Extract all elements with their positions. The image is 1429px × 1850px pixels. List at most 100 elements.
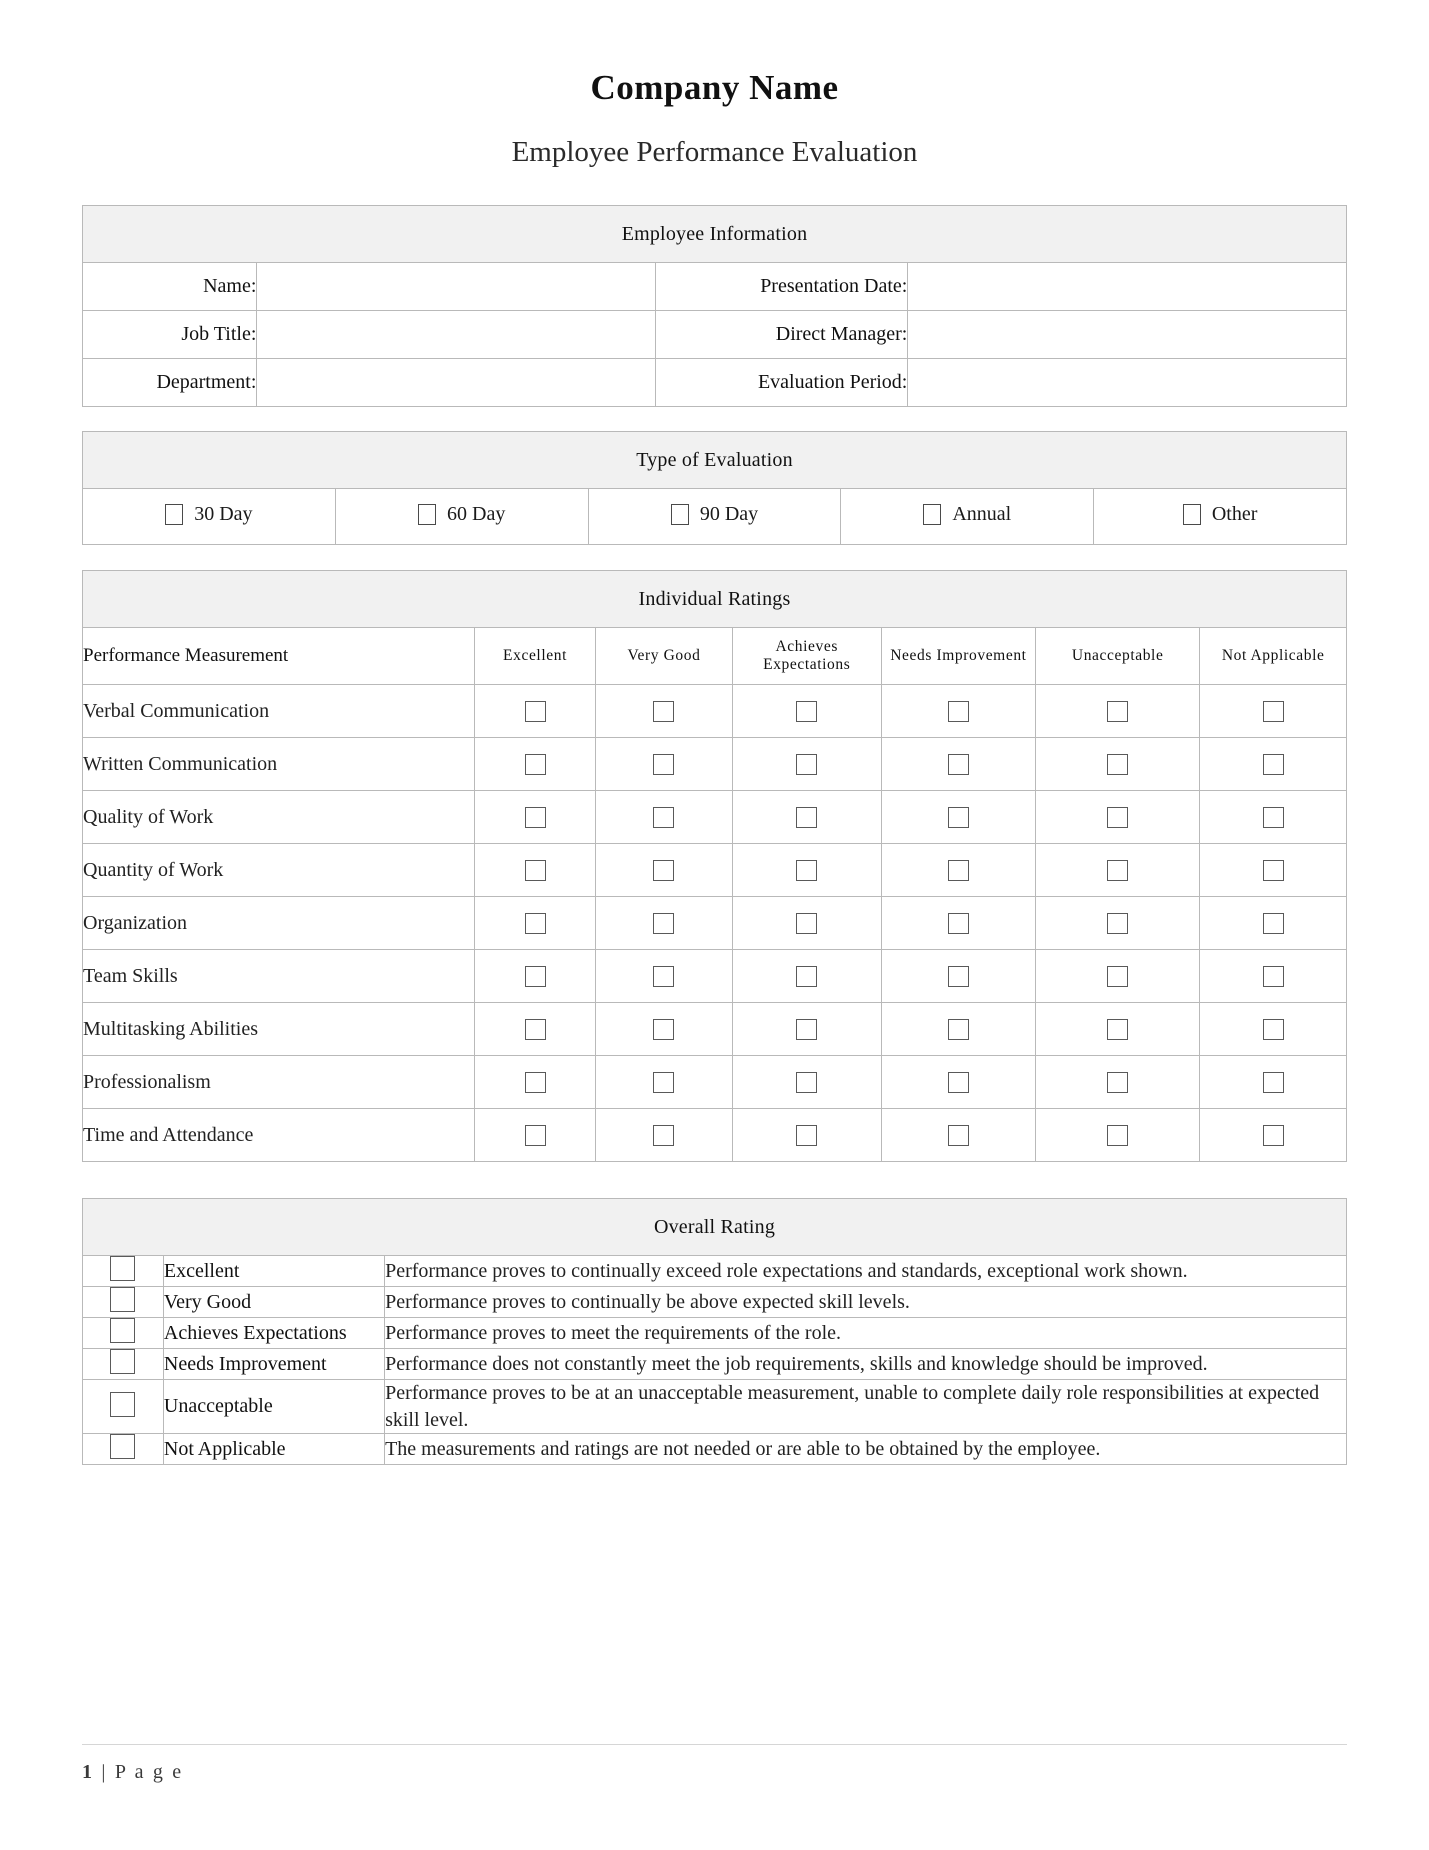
checkbox-icon[interactable] [796, 1018, 818, 1040]
evaluation-period-field[interactable] [907, 358, 1347, 407]
rating-cell[interactable] [595, 684, 733, 738]
rating-cell[interactable] [1199, 737, 1347, 791]
checkbox-icon[interactable] [796, 753, 818, 775]
checkbox-icon[interactable] [653, 1018, 675, 1040]
rating-cell[interactable] [595, 843, 733, 897]
rating-cell[interactable] [595, 1002, 733, 1056]
rating-cell[interactable] [880, 896, 1037, 950]
checkbox-icon[interactable] [418, 503, 437, 525]
rating-cell[interactable] [595, 737, 733, 791]
checkbox-icon[interactable] [1107, 1018, 1129, 1040]
checkbox-icon[interactable] [653, 806, 675, 828]
checkbox-icon[interactable] [524, 1018, 546, 1040]
rating-cell[interactable] [473, 949, 597, 1003]
rating-cell[interactable] [595, 1055, 733, 1109]
checkbox-icon[interactable] [653, 753, 675, 775]
checkbox-icon[interactable] [524, 1071, 546, 1093]
evaluation-type-option-90-day[interactable]: 90 Day [587, 488, 842, 545]
checkbox-icon[interactable] [524, 1124, 546, 1146]
checkbox-icon[interactable] [947, 700, 969, 722]
rating-cell[interactable] [880, 684, 1037, 738]
checkbox-icon[interactable] [524, 806, 546, 828]
checkbox-icon[interactable] [947, 753, 969, 775]
rating-cell[interactable] [731, 949, 882, 1003]
rating-cell[interactable] [1035, 843, 1201, 897]
checkbox-icon[interactable] [1262, 700, 1284, 722]
checkbox-icon[interactable] [524, 700, 546, 722]
checkbox-icon[interactable] [670, 503, 689, 525]
checkbox-icon[interactable] [1262, 1124, 1284, 1146]
checkbox-icon[interactable] [796, 912, 818, 934]
checkbox-icon[interactable] [653, 965, 675, 987]
evaluation-type-option-annual[interactable]: Annual [840, 488, 1095, 545]
rating-cell[interactable] [1199, 1108, 1347, 1162]
evaluation-type-option-other[interactable]: Other [1093, 488, 1347, 545]
rating-cell[interactable] [731, 1108, 882, 1162]
checkbox-icon[interactable] [1262, 753, 1284, 775]
rating-cell[interactable] [1035, 949, 1201, 1003]
checkbox-icon[interactable] [1262, 1018, 1284, 1040]
rating-cell[interactable] [1035, 1002, 1201, 1056]
rating-cell[interactable] [595, 896, 733, 950]
overall-rating-checkbox-cell-excellent[interactable] [82, 1255, 164, 1287]
job-title-field[interactable] [256, 310, 656, 359]
rating-cell[interactable] [1199, 1002, 1347, 1056]
checkbox-icon[interactable] [110, 1434, 136, 1460]
checkbox-icon[interactable] [947, 912, 969, 934]
checkbox-icon[interactable] [947, 1018, 969, 1040]
checkbox-icon[interactable] [1262, 859, 1284, 881]
overall-rating-checkbox-cell-unacceptable[interactable] [82, 1378, 164, 1435]
rating-cell[interactable] [473, 737, 597, 791]
checkbox-icon[interactable] [1262, 1071, 1284, 1093]
checkbox-icon[interactable] [947, 859, 969, 881]
rating-cell[interactable] [731, 843, 882, 897]
overall-rating-checkbox-cell-achieves-expectations[interactable] [82, 1317, 164, 1349]
rating-cell[interactable] [1035, 1055, 1201, 1109]
rating-cell[interactable] [595, 949, 733, 1003]
overall-rating-checkbox-cell-not-applicable[interactable] [82, 1433, 164, 1466]
rating-cell[interactable] [731, 790, 882, 844]
presentation-date-field[interactable] [907, 262, 1347, 311]
checkbox-icon[interactable] [947, 965, 969, 987]
rating-cell[interactable] [473, 790, 597, 844]
rating-cell[interactable] [1035, 1108, 1201, 1162]
checkbox-icon[interactable] [1182, 503, 1201, 525]
evaluation-type-option-60-day[interactable]: 60 Day [334, 488, 589, 545]
rating-cell[interactable] [473, 843, 597, 897]
department-field[interactable] [256, 358, 656, 407]
checkbox-icon[interactable] [524, 912, 546, 934]
direct-manager-field[interactable] [907, 310, 1347, 359]
checkbox-icon[interactable] [796, 1124, 818, 1146]
rating-cell[interactable] [1035, 737, 1201, 791]
checkbox-icon[interactable] [1107, 806, 1129, 828]
checkbox-icon[interactable] [653, 700, 675, 722]
checkbox-icon[interactable] [796, 1071, 818, 1093]
checkbox-icon[interactable] [1107, 859, 1129, 881]
checkbox-icon[interactable] [110, 1349, 136, 1374]
rating-cell[interactable] [473, 1055, 597, 1109]
checkbox-icon[interactable] [1107, 912, 1129, 934]
checkbox-icon[interactable] [796, 700, 818, 722]
rating-cell[interactable] [880, 949, 1037, 1003]
overall-rating-checkbox-cell-needs-improvement[interactable] [82, 1348, 164, 1380]
rating-cell[interactable] [1035, 896, 1201, 950]
rating-cell[interactable] [731, 737, 882, 791]
checkbox-icon[interactable] [1107, 965, 1129, 987]
evaluation-type-option-30-day[interactable]: 30 Day [82, 488, 336, 545]
checkbox-icon[interactable] [1107, 1071, 1129, 1093]
checkbox-icon[interactable] [524, 859, 546, 881]
checkbox-icon[interactable] [1107, 753, 1129, 775]
rating-cell[interactable] [880, 1055, 1037, 1109]
rating-cell[interactable] [731, 684, 882, 738]
rating-cell[interactable] [595, 1108, 733, 1162]
checkbox-icon[interactable] [110, 1318, 136, 1343]
checkbox-icon[interactable] [796, 806, 818, 828]
rating-cell[interactable] [731, 896, 882, 950]
checkbox-icon[interactable] [653, 1124, 675, 1146]
rating-cell[interactable] [880, 1108, 1037, 1162]
checkbox-icon[interactable] [653, 859, 675, 881]
rating-cell[interactable] [1035, 684, 1201, 738]
rating-cell[interactable] [473, 1002, 597, 1056]
rating-cell[interactable] [880, 790, 1037, 844]
checkbox-icon[interactable] [947, 1071, 969, 1093]
